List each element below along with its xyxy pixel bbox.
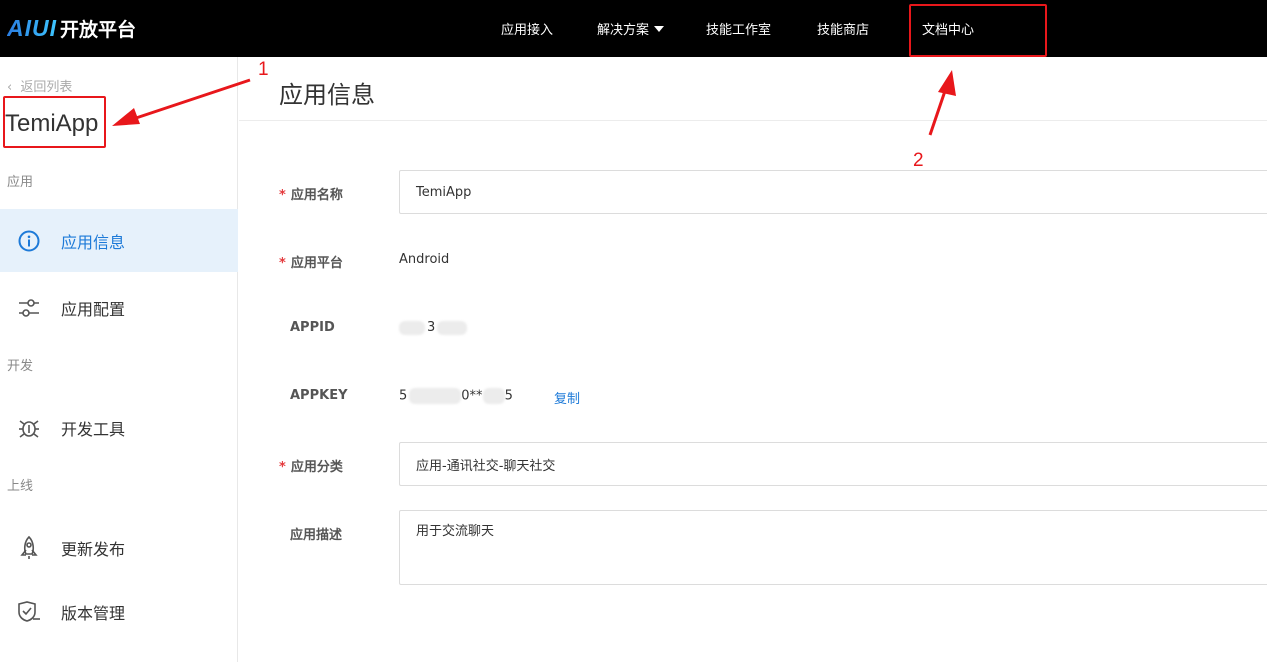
field-label-appkey: APPKEY [290,388,348,403]
brand-logo[interactable]: AIUI 开放平台 [7,14,136,42]
appid-visible-text: 3 [427,320,436,335]
nav-app-access[interactable]: 应用接入 [501,19,553,38]
field-label-text: 应用平台 [290,256,343,271]
rocket-icon [17,535,41,560]
required-marker: * [279,256,286,271]
section-label-dev: 开发 [7,359,34,374]
annotation-number-1: 1 [258,59,269,80]
redacted-block [399,320,425,335]
title-divider [239,120,1267,121]
sidebar-item-label: 开发工具 [61,419,126,439]
redacted-block [437,320,468,335]
field-label-description: 应用描述 [290,528,343,543]
required-marker: * [279,188,286,203]
logo-mark: AIUI [7,14,57,41]
top-navbar: AIUI 开放平台 应用接入 解决方案 技能工作室 技能商店 文档中心 [0,0,1267,57]
sidebar-item-dev-tools[interactable]: 开发工具 [0,396,238,459]
annotation-arrow-2 [928,70,956,136]
sidebar-item-version-mgmt[interactable]: 版本管理 [0,580,238,643]
copy-appkey-link[interactable]: 复制 [554,388,580,407]
sidebar-item-app-info[interactable]: 应用信息 [0,209,238,272]
bug-icon [17,416,41,440]
appid-value: 3 [399,320,468,335]
sidebar-item-label: 应用配置 [61,299,126,319]
sidebar-item-label: 应用信息 [61,232,126,252]
annotation-number-2: 2 [913,150,924,171]
nav-solutions-label: 解决方案 [597,23,650,38]
nav-skill-store[interactable]: 技能商店 [817,19,869,38]
annotation-box-docs-center [909,4,1047,57]
field-label-text: 应用分类 [290,460,343,475]
chevron-left-icon: ‹ [7,80,13,95]
logo-text: 开放平台 [60,18,137,41]
category-select[interactable]: 应用-通讯社交-聊天社交 [399,442,1267,486]
back-to-list-label: 返回列表 [20,80,73,95]
nav-solutions[interactable]: 解决方案 [597,19,665,38]
back-to-list-link[interactable]: ‹ 返回列表 [7,76,72,95]
appkey-prefix: 5 [399,388,408,404]
sidebar-item-publish[interactable]: 更新发布 [0,516,238,579]
app-name-input[interactable]: TemiApp [399,170,1267,214]
section-label-online: 上线 [7,479,34,494]
field-label-platform: * 应用平台 [279,252,343,271]
sidebar-item-label: 版本管理 [61,603,126,623]
info-icon [17,229,41,253]
description-textarea[interactable]: 用于交流聊天 [399,510,1267,585]
field-label-app-name: * 应用名称 [279,184,343,203]
sliders-icon [17,296,41,320]
chevron-down-icon [654,26,665,32]
sidebar-item-label: 更新发布 [61,539,126,559]
field-label-text: 应用名称 [290,188,343,203]
required-marker: * [279,460,286,475]
shield-check-icon [17,600,41,624]
appkey-mid: 0** [461,388,483,404]
field-label-appid: APPID [290,320,335,335]
page-title: 应用信息 [279,81,375,109]
appkey-suffix: 5 [504,388,513,404]
appkey-value: 5 0** 5 [399,388,513,404]
annotation-box-app-name [3,96,106,148]
sidebar-item-app-config[interactable]: 应用配置 [0,276,238,339]
redacted-block [482,388,505,404]
redacted-block [409,388,462,404]
section-label-app: 应用 [7,175,34,190]
field-label-category: * 应用分类 [279,456,343,475]
nav-skill-studio[interactable]: 技能工作室 [706,19,771,38]
platform-value: Android [399,252,450,267]
